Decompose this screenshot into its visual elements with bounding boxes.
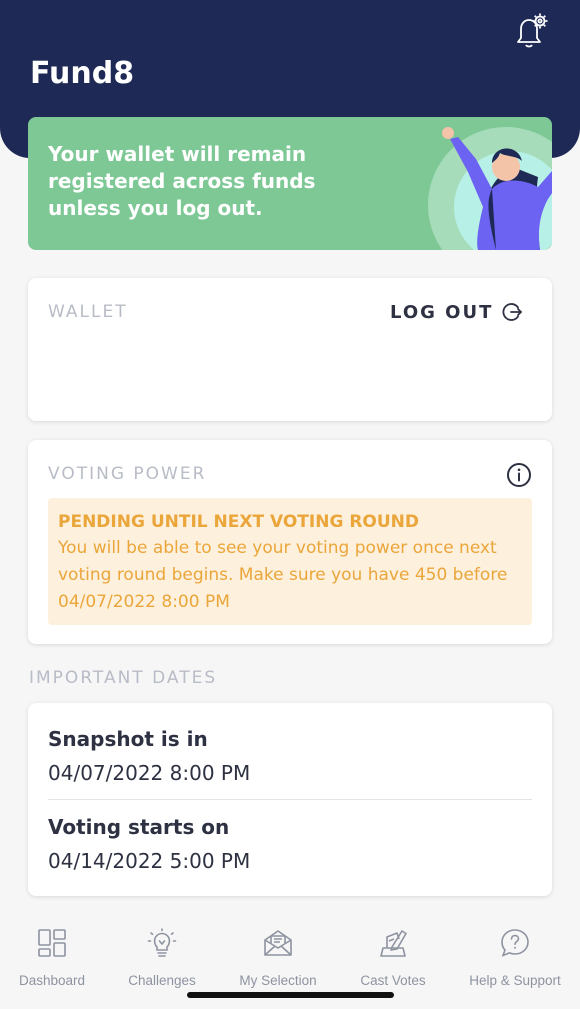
wallet-card: WALLET LOG OUT <box>28 278 552 421</box>
logout-icon <box>502 303 523 321</box>
bell-gear-icon <box>517 13 548 48</box>
wallet-label: WALLET <box>48 302 128 322</box>
tab-help-support[interactable]: Help & Support <box>467 927 563 988</box>
divider <box>48 799 532 800</box>
tab-cast-votes[interactable]: Cast Votes <box>358 927 428 988</box>
pending-notice: PENDING UNTIL NEXT VOTING ROUND You will… <box>48 498 532 625</box>
tab-my-selection[interactable]: My Selection <box>236 927 320 988</box>
ballot-icon <box>380 930 407 957</box>
date-title: Voting starts on <box>48 815 230 839</box>
home-indicator <box>187 992 394 998</box>
info-icon[interactable] <box>506 462 532 488</box>
logout-button[interactable]: LOG OUT <box>390 300 523 324</box>
date-title: Snapshot is in <box>48 727 208 751</box>
info-banner: Your wallet will remain registered acros… <box>28 117 552 250</box>
tab-label: Cast Votes <box>360 973 426 988</box>
tab-label: Challenges <box>128 973 196 988</box>
tab-dashboard[interactable]: Dashboard <box>18 927 86 988</box>
lightbulb-icon <box>147 928 177 957</box>
dashboard-icon <box>38 929 66 957</box>
notification-button[interactable] <box>510 10 554 50</box>
app-title: Fund8 <box>30 56 135 91</box>
pending-title: PENDING UNTIL NEXT VOTING ROUND <box>58 512 420 532</box>
tab-challenges[interactable]: Challenges <box>127 927 197 988</box>
logout-label: LOG OUT <box>390 301 494 323</box>
tab-label: Help & Support <box>469 973 561 988</box>
tab-label: My Selection <box>239 973 317 988</box>
date-item-snapshot: Snapshot is in 04/07/2022 8:00 PM <box>48 727 532 785</box>
voting-power-card: VOTING POWER PENDING UNTIL NEXT VOTING R… <box>28 440 552 644</box>
question-bubble-icon <box>501 929 529 957</box>
envelope-icon <box>264 930 292 956</box>
date-value: 04/07/2022 8:00 PM <box>48 761 251 785</box>
tab-label: Dashboard <box>18 973 86 988</box>
important-dates-card: Snapshot is in 04/07/2022 8:00 PM Voting… <box>28 703 552 896</box>
pending-message: You will be able to see your voting powe… <box>58 538 508 612</box>
banner-message: Your wallet will remain registered acros… <box>48 142 316 220</box>
voting-power-label: VOTING POWER <box>48 464 207 484</box>
date-item-voting-start: Voting starts on 04/14/2022 5:00 PM <box>48 815 532 873</box>
date-value: 04/14/2022 5:00 PM <box>48 849 251 873</box>
important-dates-heading: IMPORTANT DATES <box>29 668 218 688</box>
celebrating-woman-illustration <box>428 127 552 250</box>
